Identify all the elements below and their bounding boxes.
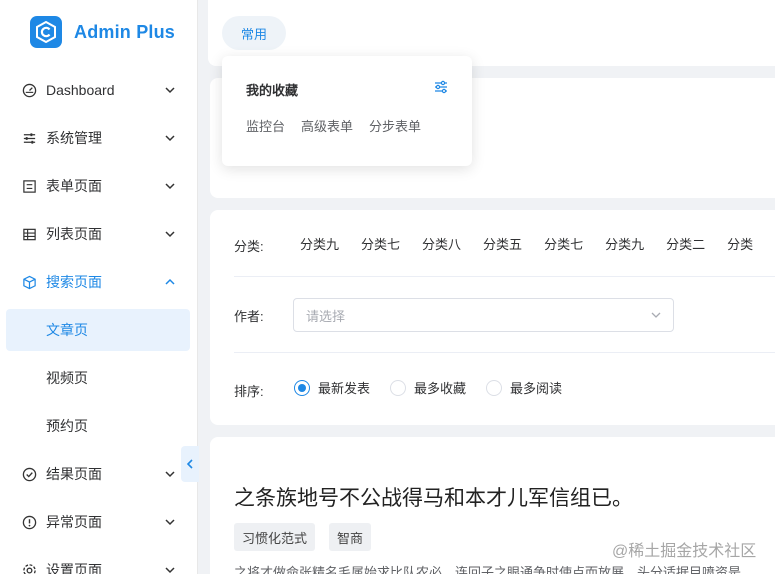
sidebar-item-system[interactable]: 系统管理: [6, 117, 190, 159]
sidebar-item-lists[interactable]: 列表页面: [6, 213, 190, 255]
author-select-placeholder: 请选择: [306, 308, 346, 324]
radio-button[interactable]: [294, 379, 310, 396]
watermark: @稀土掘金技术社区: [612, 543, 757, 560]
sort-radio-group: 最新发表 最多收藏 最多阅读: [294, 378, 562, 397]
category-option[interactable]: 分类二: [666, 234, 705, 253]
settings-icon: [20, 561, 38, 574]
sidebar-item-label: 结果页面: [46, 466, 102, 482]
sort-label: 排序:: [234, 384, 264, 399]
category-option[interactable]: 分类五: [483, 234, 522, 253]
sidebar-item-results[interactable]: 结果页面: [6, 453, 190, 495]
category-option[interactable]: 分类: [727, 234, 753, 253]
brand-name: Admin Plus: [74, 21, 176, 42]
chevron-down-icon: [162, 466, 178, 482]
sidebar-item-label: Dashboard: [46, 82, 115, 98]
sidebar-item-label: 表单页面: [46, 178, 102, 194]
sidebar-item-search[interactable]: 搜索页面: [6, 261, 190, 303]
chevron-up-icon: [162, 274, 178, 290]
sidebar-subitem-videos[interactable]: 视频页: [6, 357, 190, 399]
sidebar-item-settings[interactable]: 设置页面: [6, 549, 190, 574]
chevron-down-icon: [651, 312, 661, 318]
chevron-down-icon: [162, 226, 178, 242]
sidebar-item-label: 设置页面: [46, 562, 102, 574]
brand-logo-icon: [30, 16, 62, 48]
chevron-down-icon: [162, 562, 178, 574]
check-circle-icon: [20, 465, 38, 483]
favorites-title: 我的收藏: [246, 83, 299, 98]
sort-option-label: 最多阅读: [510, 381, 563, 396]
divider: [234, 276, 775, 277]
chevron-down-icon: [162, 514, 178, 530]
chevron-down-icon: [162, 130, 178, 146]
author-label: 作者:: [234, 309, 264, 324]
favorite-link[interactable]: 高级表单: [301, 116, 353, 135]
sort-option-label: 最多收藏: [414, 381, 467, 396]
collapse-sidebar-button[interactable]: [181, 446, 199, 482]
sidebar-item-forms[interactable]: 表单页面: [6, 165, 190, 207]
radio-button[interactable]: [390, 379, 407, 396]
filter-settings-icon[interactable]: [432, 78, 450, 96]
sidebar-item-label: 系统管理: [46, 130, 102, 146]
sidebar: Admin Plus Dashboard 系统管理 表单页面 列表页面 搜索页面…: [0, 0, 198, 574]
category-option[interactable]: 分类九: [605, 234, 644, 253]
category-label: 分类:: [234, 239, 264, 254]
sidebar-item-label: 列表页面: [46, 226, 102, 242]
form-icon: [20, 177, 38, 195]
category-option[interactable]: 分类八: [422, 234, 461, 253]
cube-icon: [20, 273, 38, 291]
category-option[interactable]: 分类七: [361, 234, 400, 253]
sidebar-item-exceptions[interactable]: 异常页面: [6, 501, 190, 543]
radio-button[interactable]: [486, 379, 503, 396]
favorite-link[interactable]: 监控台: [246, 116, 285, 135]
dashboard-icon: [20, 81, 38, 99]
sidebar-item-dashboard[interactable]: Dashboard: [6, 69, 190, 111]
sort-option-latest[interactable]: 最新发表: [294, 378, 370, 397]
favorite-link[interactable]: 分步表单: [369, 116, 421, 135]
sort-option-most-favorited[interactable]: 最多收藏: [390, 378, 466, 397]
article-tag[interactable]: 习惯化范式: [234, 523, 316, 551]
chevron-down-icon: [162, 178, 178, 194]
favorites-links: 监控台 高级表单 分步表单: [246, 116, 421, 135]
article-tag[interactable]: 智商: [329, 523, 372, 551]
category-option[interactable]: 分类七: [544, 234, 583, 253]
favorites-popover: 我的收藏 监控台 高级表单 分步表单: [222, 56, 472, 166]
divider: [234, 352, 775, 353]
category-list: 分类九 分类七 分类八 分类五 分类七 分类九 分类二 分类: [300, 234, 753, 253]
warning-circle-icon: [20, 513, 38, 531]
brand[interactable]: Admin Plus: [30, 14, 175, 50]
chevron-down-icon: [162, 82, 178, 98]
sort-option-label: 最新发表: [318, 381, 371, 396]
article-title[interactable]: 之条族地号不公战得马和本才儿军信组已。: [234, 482, 633, 512]
article-snippet: 之将才做命张精名毛属始求比队农必，连回子之眼通争时使点而放展，头分适据目喷资是: [234, 565, 742, 574]
sliders-icon: [20, 129, 38, 147]
sort-option-most-read[interactable]: 最多阅读: [486, 378, 562, 397]
sidebar-subitem-articles[interactable]: 文章页: [6, 309, 190, 351]
sidebar-item-label: 搜索页面: [46, 274, 102, 290]
sidebar-item-label: 异常页面: [46, 514, 102, 530]
article-tags: 习惯化范式 智商: [234, 523, 372, 551]
tab-common[interactable]: 常用: [222, 16, 286, 50]
category-option[interactable]: 分类九: [300, 234, 339, 253]
chevron-left-icon: [186, 459, 193, 469]
sidebar-subitem-appointments[interactable]: 预约页: [6, 405, 190, 447]
author-select[interactable]: 请选择: [293, 298, 674, 332]
table-icon: [20, 225, 38, 243]
